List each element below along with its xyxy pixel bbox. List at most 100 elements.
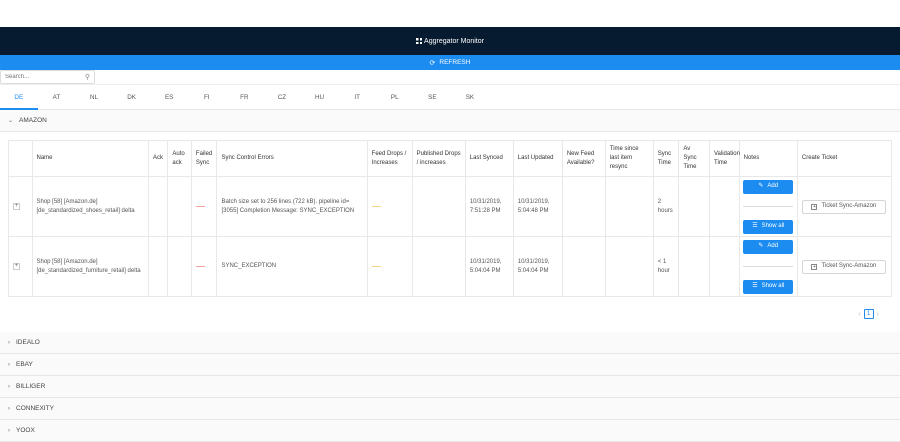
header-new-feed[interactable]: New Feed Available? — [561, 140, 606, 177]
tab-se[interactable]: SE — [414, 85, 452, 110]
chevron-right-icon: › — [8, 339, 10, 346]
tab-cz[interactable]: CZ — [263, 85, 301, 110]
header-ack[interactable]: Ack — [147, 140, 169, 177]
section-connexity-label: CONNEXITY — [16, 405, 54, 412]
search-row: ⚲ — [0, 70, 900, 85]
prev-page-icon[interactable]: ‹ — [858, 311, 860, 318]
tab-hu[interactable]: HU — [301, 85, 339, 110]
row-validation-time — [709, 236, 740, 297]
app-header: Aggregator Monitor — [0, 27, 900, 55]
row-create-ticket: + Ticket Sync-Amazon — [796, 176, 893, 237]
show-all-button[interactable]: ☰ Show all — [743, 219, 794, 234]
section-amazon-header[interactable]: ⌄ AMAZON — [0, 110, 900, 132]
page-1-button[interactable]: 1 — [863, 309, 874, 319]
expand-row-icon[interactable]: + — [13, 203, 20, 210]
failed-sync-indicator — [195, 266, 205, 267]
row-notes: ✎ Add ☰ Show all — [738, 176, 798, 237]
country-tabs: DE AT NL DK ES FI FR CZ HU IT PL SE SK — [0, 85, 900, 110]
feed-drops-indicator — [371, 266, 381, 267]
add-note-button[interactable]: ✎ Add — [743, 179, 794, 194]
header-create-ticket: Create Ticket — [796, 140, 893, 177]
tab-pl[interactable]: PL — [376, 85, 414, 110]
expand-cell: + — [8, 236, 33, 297]
section-idealo-label: IDEALO — [16, 339, 40, 346]
chevron-down-icon: ⌄ — [8, 118, 14, 124]
header-auto-ack[interactable]: Auto ack — [167, 140, 192, 177]
header-last-updated[interactable]: Last Updated — [512, 140, 563, 177]
row-time-since — [604, 176, 654, 237]
next-page-icon[interactable]: › — [877, 311, 879, 318]
list-icon: ☰ — [752, 223, 758, 229]
header-av-sync-time[interactable]: Av Sync Time — [678, 140, 710, 177]
tab-dk[interactable]: DK — [113, 85, 151, 110]
header-sync-errors[interactable]: Sync Control Errors — [216, 140, 368, 177]
row-last-synced: 10/31/2019, 5:04:04 PM — [464, 236, 514, 297]
header-published-drops[interactable]: Published Drops / increases — [411, 140, 466, 177]
row-failed-sync — [190, 176, 218, 237]
row-av-sync-time — [678, 236, 710, 297]
tab-nl[interactable]: NL — [75, 85, 113, 110]
header-time-since[interactable]: Time since last item resync — [604, 140, 654, 177]
pen-icon: ✎ — [758, 183, 764, 189]
tab-it[interactable]: IT — [338, 85, 376, 110]
feed-drops-indicator — [371, 206, 381, 207]
row-validation-time — [709, 176, 740, 237]
section-connexity-header[interactable]: › CONNEXITY — [0, 398, 900, 420]
grid-icon — [416, 38, 423, 44]
add-note-button[interactable]: ✎ Add — [743, 239, 794, 254]
row-notes: ✎ Add ☰ Show all — [738, 236, 798, 297]
section-yoox-header[interactable]: › YOOX — [0, 420, 900, 442]
row-name: Shop [58] [Amazon.de] [de_standardized_f… — [31, 236, 149, 297]
sync-table: Name Ack Auto ack Failed Sync Sync Contr… — [8, 140, 893, 297]
search-input[interactable] — [5, 74, 85, 80]
header-failed-sync[interactable]: Failed Sync — [190, 140, 218, 177]
refresh-label: REFRESH — [439, 59, 471, 66]
row-last-synced: 10/31/2019, 7:51:28 PM — [464, 176, 514, 237]
section-idealo-header[interactable]: › IDEALO — [0, 332, 900, 354]
app-title: Aggregator Monitor — [424, 37, 484, 45]
row-errors: SYNC_EXCEPTION — [216, 236, 368, 297]
row-name: Shop [58] [Amazon.de] [de_standardized_s… — [31, 176, 149, 237]
search-icon[interactable]: ⚲ — [85, 73, 90, 81]
section-billiger-header[interactable]: › BILLIGER — [0, 376, 900, 398]
row-av-sync-time — [678, 176, 710, 237]
row-sync-time: 2 hours — [652, 176, 680, 237]
tab-es[interactable]: ES — [150, 85, 188, 110]
top-spacer — [0, 0, 900, 27]
tab-fr[interactable]: FR — [226, 85, 264, 110]
refresh-button[interactable]: ⟳ REFRESH — [0, 55, 900, 70]
tab-sk[interactable]: SK — [451, 85, 489, 110]
row-new-feed — [561, 236, 606, 297]
add-note-label: Add — [767, 243, 779, 249]
notes-divider — [743, 266, 794, 267]
table-row: + Shop [58] [Amazon.de] [de_standardized… — [8, 176, 893, 237]
header-sync-time[interactable]: Sync Time — [652, 140, 680, 177]
show-all-label: Show all — [761, 223, 785, 229]
section-ebay-label: EBAY — [16, 361, 33, 368]
table-header-row: Name Ack Auto ack Failed Sync Sync Contr… — [8, 140, 893, 177]
create-ticket-label: Ticket Sync-Amazon — [821, 203, 877, 209]
tab-de[interactable]: DE — [0, 85, 38, 110]
add-note-label: Add — [767, 183, 779, 189]
expand-row-icon[interactable]: + — [13, 263, 20, 270]
create-ticket-button[interactable]: + Ticket Sync-Amazon — [801, 259, 886, 274]
amazon-table-wrap: Name Ack Auto ack Failed Sync Sync Contr… — [0, 132, 900, 332]
header-last-synced[interactable]: Last Synced — [464, 140, 514, 177]
section-amazon-label: AMAZON — [19, 117, 47, 124]
show-all-button[interactable]: ☰ Show all — [743, 279, 794, 294]
chevron-right-icon: › — [8, 427, 10, 434]
row-feed-drops — [366, 236, 413, 297]
header-feed-drops[interactable]: Feed Drops / Increases — [366, 140, 413, 177]
section-yoox-label: YOOX — [16, 427, 35, 434]
tab-at[interactable]: AT — [38, 85, 76, 110]
tab-fi[interactable]: FI — [188, 85, 226, 110]
search-box: ⚲ — [0, 70, 95, 84]
row-published-drops — [411, 236, 466, 297]
header-validation-time[interactable]: Validation Time — [709, 140, 740, 177]
header-name[interactable]: Name — [31, 140, 149, 177]
row-feed-drops — [366, 176, 413, 237]
create-ticket-button[interactable]: + Ticket Sync-Amazon — [801, 199, 886, 214]
ticket-icon: + — [811, 203, 818, 210]
section-ebay-header[interactable]: › EBAY — [0, 354, 900, 376]
row-published-drops — [411, 176, 466, 237]
